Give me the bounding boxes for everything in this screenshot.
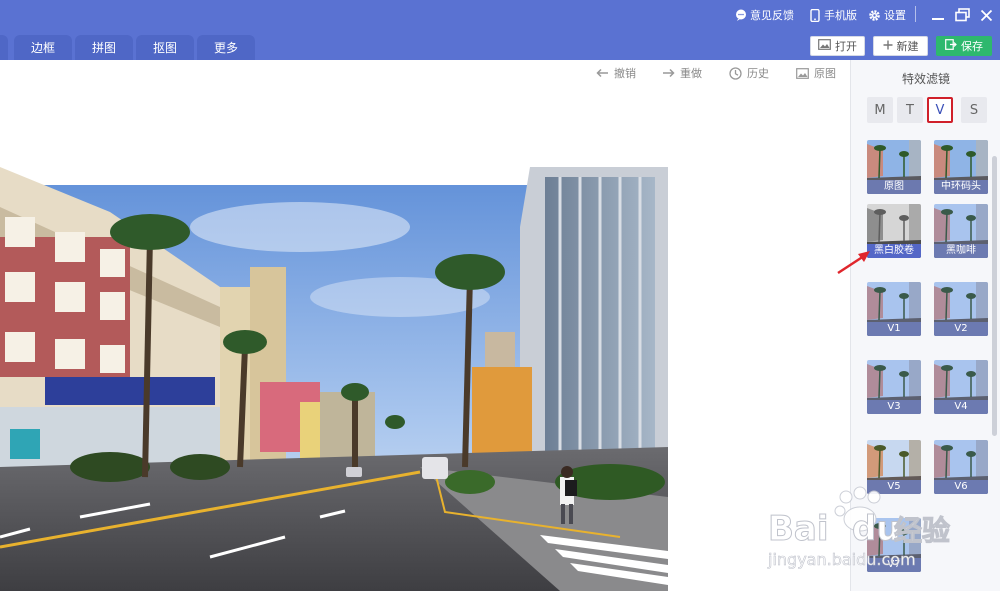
titlebar-divider	[915, 6, 916, 22]
mobile-version-link[interactable]: 手机版	[808, 7, 857, 23]
filter-thumb-v2[interactable]: V2	[934, 282, 988, 336]
feedback-link[interactable]: 意见反馈	[734, 7, 794, 23]
tab-more[interactable]: 更多	[197, 35, 255, 60]
filter-thumb-black-coffee[interactable]: 黑咖啡	[934, 204, 988, 258]
tab-label: 拼图	[91, 41, 116, 55]
clock-icon	[729, 66, 742, 80]
edited-photo[interactable]	[0, 167, 668, 591]
close-button[interactable]	[977, 6, 995, 24]
tab-collage[interactable]: 拼图	[75, 35, 133, 60]
minimize-icon	[932, 18, 944, 20]
filter-label: V3	[867, 400, 921, 414]
undo-button[interactable]: 撤销	[596, 65, 636, 81]
watermark-brand: Bai	[768, 509, 829, 549]
mobile-label: 手机版	[824, 9, 857, 22]
original-button[interactable]: 原图	[796, 65, 836, 81]
filter-label: V4	[934, 400, 988, 414]
watermark-url: jingyan.baidu.com	[767, 550, 916, 569]
tab-border[interactable]: 边框	[14, 35, 72, 60]
close-icon	[980, 9, 992, 21]
phone-icon	[808, 8, 821, 22]
export-icon	[945, 39, 957, 53]
restore-icon	[954, 8, 970, 22]
tab-label: 抠图	[152, 41, 177, 55]
image-icon	[796, 67, 809, 80]
new-label: 新建	[896, 40, 919, 53]
filter-category-v[interactable]: V	[927, 97, 953, 123]
filter-category-s[interactable]: S	[961, 97, 987, 123]
history-label: 历史	[747, 67, 769, 80]
filter-label: V1	[867, 322, 921, 336]
feedback-label: 意见反馈	[750, 9, 794, 22]
original-label: 原图	[814, 67, 836, 80]
tab-partial[interactable]	[0, 35, 8, 60]
tab-cutout[interactable]: 抠图	[136, 35, 194, 60]
filter-category-t[interactable]: T	[897, 97, 923, 123]
filter-label: 原图	[867, 180, 921, 194]
image-icon	[818, 39, 831, 53]
filter-label: 中环码头	[934, 180, 988, 194]
gear-icon	[868, 9, 881, 22]
filter-thumb-central-pier[interactable]: 中环码头	[934, 140, 988, 194]
save-button[interactable]: 保存	[936, 36, 992, 56]
filter-thumb-v4[interactable]: V4	[934, 360, 988, 414]
annotation-arrow	[837, 251, 870, 275]
undo-arrow-icon	[596, 67, 609, 80]
filter-category-m[interactable]: M	[867, 97, 893, 123]
history-button[interactable]: 历史	[729, 65, 769, 81]
open-button[interactable]: 打开	[810, 36, 865, 56]
minimize-button[interactable]	[929, 6, 947, 24]
filter-thumb-bw-film[interactable]: 黑白胶卷	[867, 204, 921, 258]
settings-link[interactable]: 设置	[868, 7, 906, 23]
filter-thumb-original[interactable]: 原图	[867, 140, 921, 194]
restore-button[interactable]	[953, 6, 971, 24]
title-bar: 意见反馈 手机版 设置	[0, 0, 1000, 30]
tab-label: 边框	[30, 41, 55, 55]
filter-label: 黑白胶卷	[867, 244, 921, 258]
filter-thumb-v1[interactable]: V1	[867, 282, 921, 336]
redo-label: 重做	[680, 67, 702, 80]
open-label: 打开	[835, 40, 857, 53]
save-label: 保存	[961, 40, 983, 53]
redo-button[interactable]: 重做	[662, 65, 702, 81]
filter-thumb-v3[interactable]: V3	[867, 360, 921, 414]
chat-bubble-icon	[734, 9, 747, 22]
undo-label: 撤销	[614, 67, 636, 80]
redo-arrow-icon	[662, 67, 675, 80]
filter-list-scrollbar[interactable]	[992, 156, 997, 436]
filter-label: 黑咖啡	[934, 244, 988, 258]
filter-label: V2	[934, 322, 988, 336]
app-header: 意见反馈 手机版 设置 边框 拼图 抠图 更多 打开 新建 保存	[0, 0, 1000, 60]
baidu-watermark: Bai du 经验 jingyan.baidu.com	[762, 485, 962, 575]
tab-label: 更多	[213, 41, 238, 55]
watermark-suffix: 经验	[894, 514, 950, 547]
filter-panel-title: 特效滤镜	[901, 72, 950, 86]
plus-icon	[883, 40, 893, 53]
settings-label: 设置	[884, 9, 906, 22]
new-button[interactable]: 新建	[873, 36, 928, 56]
